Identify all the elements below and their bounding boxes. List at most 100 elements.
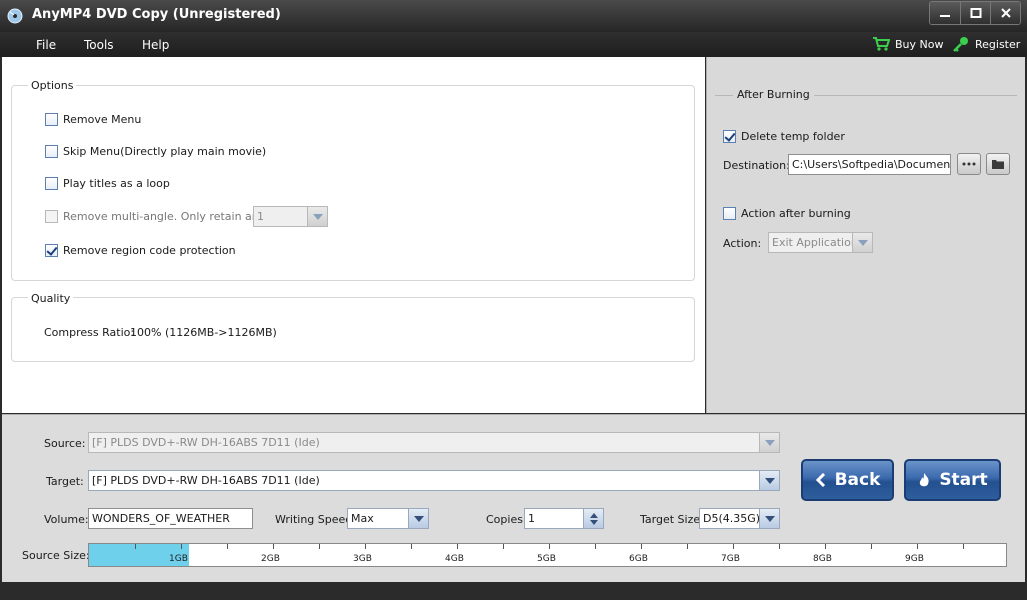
back-label: Back xyxy=(834,470,881,490)
source-label: Source: xyxy=(44,437,86,450)
target-select[interactable]: [F] PLDS DVD+-RW DH-16ABS 7D11 (Ide) xyxy=(88,470,780,491)
size-tick-label: 9GB xyxy=(905,554,924,564)
play-loop-checkbox[interactable] xyxy=(45,177,58,190)
copies-label: Copies: xyxy=(486,513,527,526)
compress-ratio-detail: (1126MB->1126MB) xyxy=(165,326,277,339)
size-tick xyxy=(549,544,550,549)
chevron-down-icon xyxy=(852,233,872,252)
window-controls xyxy=(929,1,1021,25)
skip-menu-label: Skip Menu(Directly play main movie) xyxy=(63,145,267,158)
after-burning-pane: After Burning Delete temp folder Destina… xyxy=(706,57,1025,413)
action-after-label: Action after burning xyxy=(741,207,851,220)
chevron-down-icon[interactable] xyxy=(408,509,428,528)
delete-temp-checkbox[interactable] xyxy=(723,130,736,143)
writing-speed-value: Max xyxy=(351,512,374,525)
target-size-select[interactable]: D5(4.35G) xyxy=(699,508,780,529)
bottom-panel: Source: [F] PLDS DVD+-RW DH-16ABS 7D11 (… xyxy=(2,414,1025,582)
remove-menu-checkbox[interactable] xyxy=(45,113,58,126)
register-button[interactable]: Register xyxy=(952,36,1020,52)
size-tick xyxy=(779,544,780,549)
volume-label: Volume: xyxy=(44,513,89,526)
size-tick-label: 8GB xyxy=(813,554,832,564)
action-after-checkbox[interactable] xyxy=(723,207,736,220)
compress-ratio-label: Compress Ratio: xyxy=(44,326,135,339)
start-flame-icon xyxy=(920,473,929,487)
menu-tools[interactable]: Tools xyxy=(84,38,114,52)
play-loop-option[interactable]: Play titles as a loop xyxy=(45,177,170,190)
size-tick-label: 5GB xyxy=(537,554,556,564)
compress-ratio-value: 100% xyxy=(130,326,162,339)
remove-multi-angle-checkbox xyxy=(45,210,58,223)
delete-temp-label: Delete temp folder xyxy=(741,130,845,143)
minimize-icon[interactable] xyxy=(930,2,960,24)
target-size-label: Target Size: xyxy=(640,513,704,526)
spinner-arrows-icon[interactable] xyxy=(583,509,603,528)
status-bar xyxy=(0,582,1027,600)
writing-speed-select[interactable]: Max xyxy=(347,508,429,529)
angle-select: 1 xyxy=(253,206,328,227)
browse-dots-icon xyxy=(962,162,976,166)
maximize-icon[interactable] xyxy=(960,2,990,24)
remove-region-option[interactable]: Remove region code protection xyxy=(45,244,236,257)
remove-region-checkbox[interactable] xyxy=(45,244,58,257)
destination-label: Destination: xyxy=(723,159,790,172)
target-label: Target: xyxy=(46,475,84,488)
after-burning-title: After Burning xyxy=(733,88,814,101)
options-title: Options xyxy=(28,79,77,92)
size-tick xyxy=(687,544,688,549)
size-tick-label: 1GB xyxy=(169,554,188,564)
options-pane: Options Remove Menu Skip Menu(Directly p… xyxy=(2,57,705,413)
browse-button[interactable] xyxy=(957,153,981,175)
target-size-value: D5(4.35G) xyxy=(703,512,761,525)
buy-now-label: Buy Now xyxy=(895,37,944,51)
size-tick xyxy=(319,544,320,549)
buy-now-button[interactable]: Buy Now xyxy=(872,36,943,52)
cart-icon xyxy=(873,37,890,51)
back-button[interactable]: Back xyxy=(801,459,894,501)
remove-region-label: Remove region code protection xyxy=(63,244,236,257)
register-label: Register xyxy=(975,37,1021,51)
menu-file[interactable]: File xyxy=(36,38,56,52)
destination-field[interactable]: C:\Users\Softpedia\Documents\AnyMP4 Stud… xyxy=(788,154,951,175)
target-value: [F] PLDS DVD+-RW DH-16ABS 7D11 (Ide) xyxy=(92,474,320,487)
source-select: [F] PLDS DVD+-RW DH-16ABS 7D11 (Ide) xyxy=(88,432,780,453)
size-tick xyxy=(641,544,642,549)
chevron-down-icon xyxy=(307,207,327,226)
chevron-down-icon[interactable] xyxy=(759,509,779,528)
size-tick-label: 6GB xyxy=(629,554,648,564)
size-tick-label: 7GB xyxy=(721,554,740,564)
skip-menu-option[interactable]: Skip Menu(Directly play main movie) xyxy=(45,145,266,158)
source-value: [F] PLDS DVD+-RW DH-16ABS 7D11 (Ide) xyxy=(92,436,320,449)
size-tick xyxy=(181,544,182,549)
volume-field[interactable]: WONDERS_OF_WEATHER xyxy=(88,508,253,529)
size-tick xyxy=(963,544,964,549)
copies-stepper[interactable]: 1 xyxy=(524,508,604,529)
delete-temp-option[interactable]: Delete temp folder xyxy=(723,130,845,143)
back-arrow-icon xyxy=(815,473,825,487)
copies-value: 1 xyxy=(528,512,535,525)
size-tick xyxy=(365,544,366,549)
remove-menu-option[interactable]: Remove Menu xyxy=(45,113,141,126)
angle-value: 1 xyxy=(257,210,264,223)
action-value: Exit Application xyxy=(772,236,858,249)
size-tick xyxy=(135,544,136,549)
window-title: AnyMP4 DVD Copy (Unregistered) xyxy=(32,7,281,22)
size-tick xyxy=(227,544,228,549)
size-tick xyxy=(457,544,458,549)
size-tick xyxy=(917,544,918,549)
title-bar: AnyMP4 DVD Copy (Unregistered) xyxy=(0,0,1027,32)
key-icon xyxy=(953,37,968,52)
size-tick-label: 2GB xyxy=(261,554,280,564)
action-after-option[interactable]: Action after burning xyxy=(723,207,851,220)
remove-multi-angle-label: Remove multi-angle. Only retain angle xyxy=(63,210,276,223)
skip-menu-checkbox[interactable] xyxy=(45,145,58,158)
app-disc-icon xyxy=(7,8,23,24)
size-tick-label: 3GB xyxy=(353,554,372,564)
chevron-down-icon[interactable] xyxy=(759,471,779,490)
start-button[interactable]: Start xyxy=(904,459,1001,501)
open-folder-button[interactable] xyxy=(986,153,1010,175)
menu-help[interactable]: Help xyxy=(142,38,169,52)
action-label: Action: xyxy=(723,237,762,250)
close-icon[interactable] xyxy=(990,2,1020,24)
size-tick xyxy=(871,544,872,549)
